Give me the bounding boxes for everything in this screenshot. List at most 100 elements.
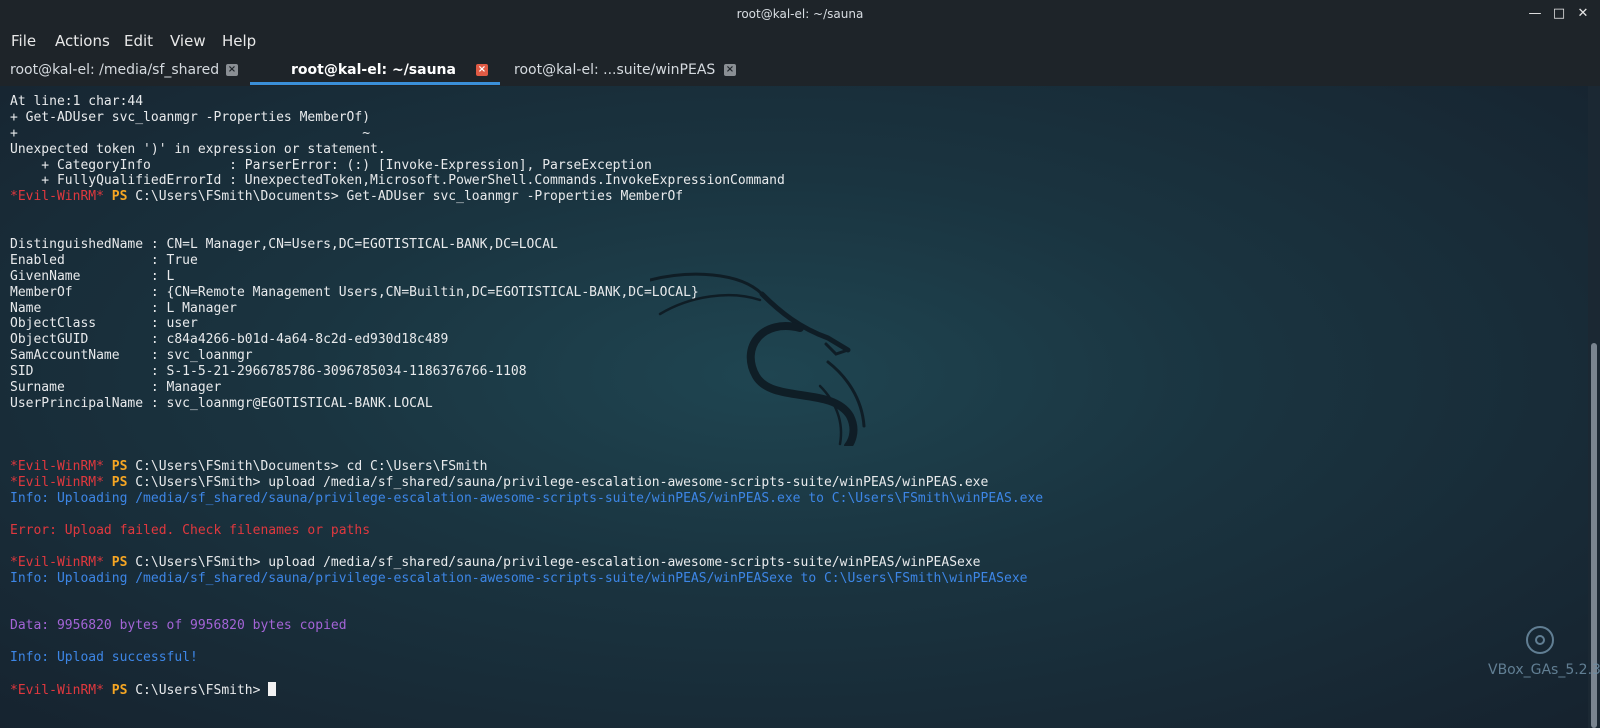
terminal-line: Unexpected token ')' in expression or st…	[10, 142, 1043, 158]
terminal-text: Unexpected token ')' in expression or st…	[10, 141, 386, 157]
window-controls: — □ ✕	[1528, 4, 1590, 22]
terminal-text: PS	[111, 475, 128, 491]
terminal-text: + CategoryInfo : ParserError: (:) [Invok…	[10, 157, 652, 173]
close-tab-icon[interactable]: ×	[476, 64, 488, 76]
terminal-text: + ~	[10, 125, 371, 141]
window-titlebar: root@kal-el: ~/sauna — □ ✕	[0, 0, 1600, 28]
desktop-icon-label: VBox_GAs_5.2.34	[1488, 662, 1600, 678]
terminal-text: GivenName : L	[10, 268, 175, 284]
terminal-line: Enabled : True	[10, 253, 1043, 269]
terminal-line: + CategoryInfo : ParserError: (:) [Invok…	[10, 158, 1043, 174]
terminal-line: At line:1 char:44	[10, 94, 1043, 110]
tab-sauna[interactable]: root@kal-el: ~/sauna ×	[250, 56, 500, 86]
terminal-line: MemberOf : {CN=Remote Management Users,C…	[10, 285, 1043, 301]
terminal-text: + Get-ADUser svc_loanmgr -Properties Mem…	[10, 109, 371, 125]
terminal-line: ObjectClass : user	[10, 316, 1043, 332]
tab-bar: root@kal-el: /media/sf_shared × root@kal…	[0, 56, 1600, 86]
terminal-text: C:\Users\FSmith> upload /media/sf_shared…	[127, 554, 981, 570]
terminal-line: *Evil-WinRM* PS C:\Users\FSmith>	[10, 681, 1043, 698]
terminal-output[interactable]: At line:1 char:44 + Get-ADUser svc_loanmg…	[0, 86, 1600, 728]
terminal-text: Info: Uploading /media/sf_shared/sauna/p…	[10, 491, 1044, 507]
menu-edit[interactable]: Edit	[124, 32, 153, 50]
terminal-line: *Evil-WinRM* PS C:\Users\FSmith> upload …	[10, 555, 1043, 571]
terminal-line: Data: 9956820 bytes of 9956820 bytes cop…	[10, 618, 1043, 634]
terminal-text: C:\Users\FSmith\Documents> cd C:\Users\F…	[127, 459, 488, 475]
terminal-text: ObjectClass : user	[10, 316, 198, 332]
close-icon[interactable]: ✕	[1576, 4, 1590, 22]
terminal-text: C:\Users\FSmith\Documents> Get-ADUser sv…	[127, 189, 684, 205]
terminal-line: DistinguishedName : CN=L Manager,CN=User…	[10, 237, 1043, 253]
terminal-text: PS	[111, 189, 128, 205]
menu-bar: File Actions Edit View Help	[0, 28, 1600, 56]
disc-icon	[1526, 626, 1554, 654]
terminal-text: PS	[111, 459, 128, 475]
terminal-text: ObjectGUID : c84a4266-b01d-4a64-8c2d-ed9…	[10, 332, 449, 348]
tab-label: root@kal-el: ...suite/winPEAS	[514, 62, 716, 78]
terminal-text: C:\Users\FSmith> upload /media/sf_shared…	[127, 475, 989, 491]
terminal-text: MemberOf : {CN=Remote Management Users,C…	[10, 284, 699, 300]
terminal-text: *Evil-WinRM*	[10, 554, 104, 570]
terminal-text: Info: Upload successful!	[10, 650, 198, 666]
tab-label: root@kal-el: /media/sf_shared	[10, 62, 220, 78]
maximize-icon[interactable]: □	[1552, 4, 1566, 22]
terminal-text: Error: Upload failed. Check filenames or…	[10, 523, 371, 539]
close-tab-icon[interactable]: ×	[226, 64, 238, 76]
menu-help[interactable]: Help	[222, 32, 256, 50]
terminal-cursor	[268, 681, 277, 696]
terminal-line: *Evil-WinRM* PS C:\Users\FSmith\Document…	[10, 189, 1043, 205]
terminal-line: + ~	[10, 126, 1043, 142]
terminal-line: GivenName : L	[10, 269, 1043, 285]
active-tab-indicator	[250, 82, 500, 85]
desktop-icon-vbox[interactable]: VBox_GAs_5.2.34	[1488, 625, 1600, 705]
terminal-text: At line:1 char:44	[10, 94, 144, 109]
terminal-text: *Evil-WinRM*	[10, 189, 104, 205]
terminal-text: *Evil-WinRM*	[10, 682, 104, 698]
terminal-line: + Get-ADUser svc_loanmgr -Properties Mem…	[10, 110, 1043, 126]
tab-label: root@kal-el: ~/sauna	[291, 62, 456, 78]
terminal-text: + FullyQualifiedErrorId : UnexpectedToke…	[10, 173, 785, 189]
menu-file[interactable]: File	[11, 32, 36, 50]
terminal-text: Enabled : True	[10, 252, 198, 268]
terminal-line: Error: Upload failed. Check filenames or…	[10, 523, 1043, 539]
terminal-text: *Evil-WinRM*	[10, 459, 104, 475]
tab-media-sf-shared[interactable]: root@kal-el: /media/sf_shared ×	[0, 56, 248, 86]
terminal-line: ObjectGUID : c84a4266-b01d-4a64-8c2d-ed9…	[10, 332, 1043, 348]
menu-view[interactable]: View	[170, 32, 206, 50]
tab-winpeas[interactable]: root@kal-el: ...suite/winPEAS ×	[502, 56, 750, 86]
minimize-icon[interactable]: —	[1528, 4, 1542, 22]
terminal-text: *Evil-WinRM*	[10, 475, 104, 491]
terminal-text: DistinguishedName : CN=L Manager,CN=User…	[10, 237, 558, 253]
terminal-text: Name : L Manager	[10, 300, 237, 316]
terminal-text: SID : S-1-5-21-2966785786-3096785034-118…	[10, 364, 527, 380]
terminal-line: + FullyQualifiedErrorId : UnexpectedToke…	[10, 173, 1043, 189]
terminal-text: C:\Users\FSmith>	[127, 682, 269, 698]
terminal-line: Info: Uploading /media/sf_shared/sauna/p…	[10, 571, 1043, 587]
terminal-text: PS	[111, 682, 128, 698]
terminal-line: SID : S-1-5-21-2966785786-3096785034-118…	[10, 364, 1043, 380]
menu-actions[interactable]: Actions	[55, 32, 110, 50]
terminal-lines: At line:1 char:44 + Get-ADUser svc_loanmg…	[10, 94, 1043, 698]
terminal-line: *Evil-WinRM* PS C:\Users\FSmith> upload …	[10, 475, 1043, 491]
terminal-line: Surname : Manager	[10, 380, 1043, 396]
terminal-line: Name : L Manager	[10, 301, 1043, 317]
terminal-text: Surname : Manager	[10, 380, 222, 396]
terminal-line: Info: Uploading /media/sf_shared/sauna/p…	[10, 491, 1043, 507]
close-tab-icon[interactable]: ×	[724, 64, 736, 76]
terminal-text: UserPrincipalName : svc_loanmgr@EGOTISTI…	[10, 395, 433, 411]
terminal-line: *Evil-WinRM* PS C:\Users\FSmith\Document…	[10, 459, 1043, 475]
